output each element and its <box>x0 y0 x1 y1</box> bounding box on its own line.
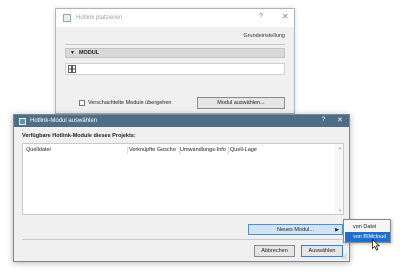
new-module-label: Neues Modul... <box>277 226 314 233</box>
placement-dialog-titlebar[interactable]: Hotlink platzieren ? ✕ <box>56 9 294 27</box>
cancel-button[interactable]: Abbrechen <box>254 245 295 257</box>
collapse-triangle-icon[interactable]: ▼ <box>70 50 75 56</box>
column-header-source-location[interactable]: Quell-Lage <box>230 147 257 153</box>
settings-label: Grundeinstellung <box>243 33 285 39</box>
module-section-title: MODUL <box>78 50 100 56</box>
nested-modules-label: Verschachtelte Module übergehen <box>88 100 172 106</box>
module-list[interactable]: Quelldatei Verknüpfte Gescho Umwandlungs… <box>22 143 344 215</box>
module-preview-field <box>65 63 285 75</box>
placement-dialog: Hotlink platzieren ? ✕ Grundeinstellung … <box>55 8 295 114</box>
column-header-conversion-info[interactable]: Umwandlungs-Info <box>180 147 226 153</box>
scroll-down-icon[interactable]: ▼ <box>338 208 342 213</box>
column-header-linked-stories[interactable]: Verknüpfte Gescho <box>129 147 179 153</box>
close-icon[interactable]: ✕ <box>337 116 343 124</box>
new-module-submenu: von Datei von BIMcloud <box>343 219 391 243</box>
close-icon[interactable]: ✕ <box>282 12 289 21</box>
placement-dialog-title: Hotlink platzieren <box>76 15 123 21</box>
help-icon[interactable]: ? <box>259 13 263 20</box>
mouse-cursor-icon <box>372 239 380 251</box>
select-hotlink-module-dialog: Hotlink-Modul auswählen ? ✕ Verfügbare H… <box>13 114 350 262</box>
hotlink-module-icon <box>68 65 76 73</box>
scroll-up-icon[interactable]: ▲ <box>338 145 342 150</box>
list-scrollbar[interactable]: ▲ ▼ <box>335 144 343 214</box>
resize-grip-icon[interactable] <box>341 253 347 259</box>
app-icon <box>19 117 26 125</box>
column-divider[interactable] <box>228 147 229 154</box>
module-section-header[interactable]: ▼ MODUL <box>65 48 285 58</box>
nested-modules-checkbox[interactable] <box>79 100 85 106</box>
select-dialog-title: Hotlink-Modul auswählen <box>30 118 98 124</box>
available-modules-heading: Verfügbare Hotlink-Module dieses Projekt… <box>22 133 136 139</box>
select-dialog-titlebar[interactable]: Hotlink-Modul auswählen ? ✕ <box>14 115 349 127</box>
select-button[interactable]: Auswählen <box>301 245 343 257</box>
app-icon <box>63 14 71 22</box>
divider <box>22 239 342 240</box>
divider <box>65 44 285 45</box>
menu-item-from-file[interactable]: von Datei <box>345 222 390 232</box>
submenu-arrow-icon: ▶ <box>335 227 339 233</box>
column-divider[interactable] <box>127 147 128 154</box>
column-header-source-file[interactable]: Quelldatei <box>26 147 51 153</box>
new-module-button[interactable]: Neues Modul... ▶ <box>248 224 343 235</box>
menu-item-from-bimcloud[interactable]: von BIMcloud <box>345 232 390 242</box>
help-icon[interactable]: ? <box>322 117 325 123</box>
select-module-button[interactable]: Modul auswählen... <box>197 97 285 109</box>
